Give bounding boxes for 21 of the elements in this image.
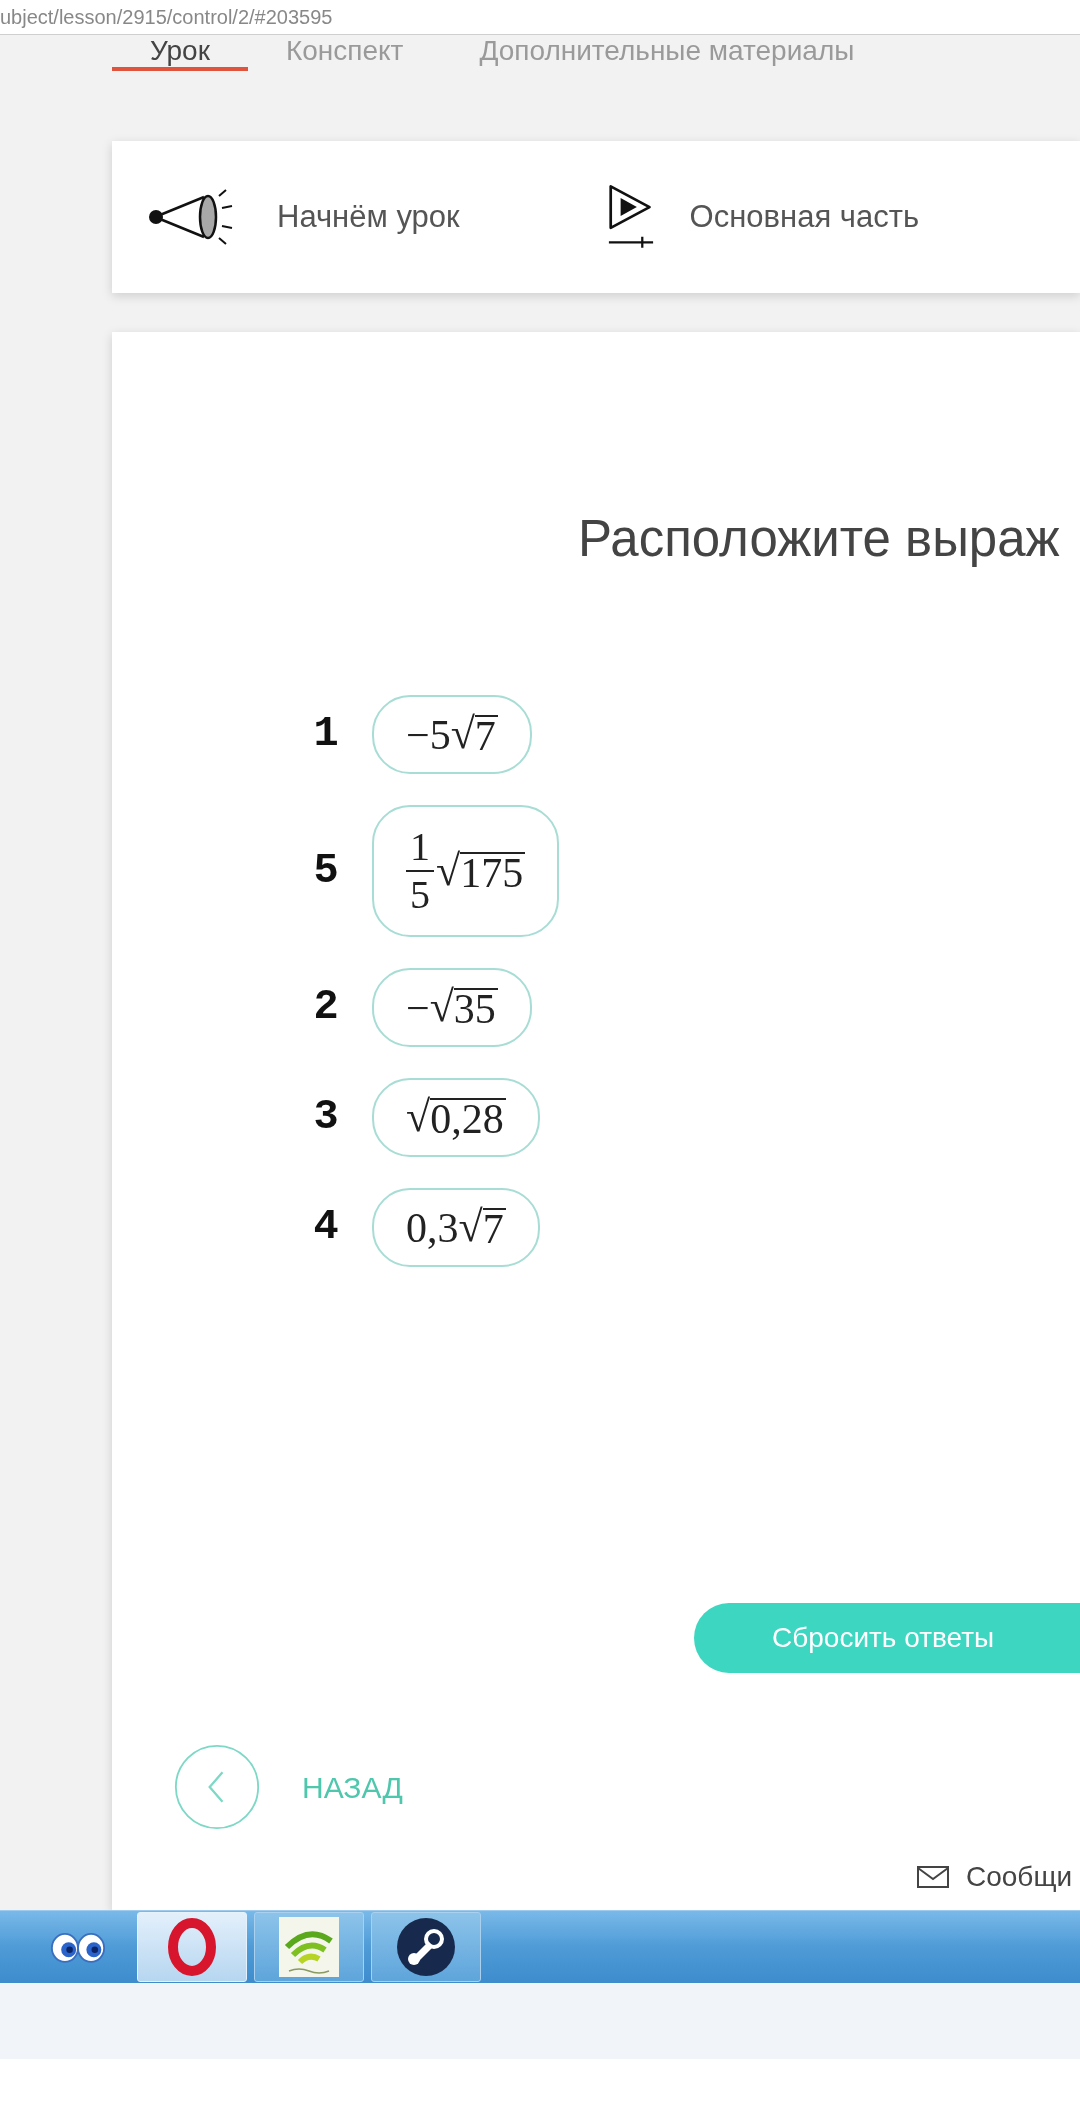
disc-lever-icon	[396, 1917, 456, 1977]
expression-tile[interactable]: −5√7	[372, 695, 532, 774]
order-number: 5	[312, 845, 340, 897]
chevron-left-circle-icon	[174, 1744, 260, 1830]
expression-tile[interactable]: √0,28	[372, 1078, 540, 1157]
task-title: Расположите выраж	[577, 509, 1061, 569]
report-link[interactable]: Сообщи	[917, 1860, 1073, 1894]
order-number: 2	[312, 982, 340, 1033]
lesson-step[interactable]: Основная часть	[607, 184, 920, 250]
order-number: 1	[312, 709, 340, 760]
expression-tile[interactable]: −√35	[372, 968, 532, 1047]
play-icon	[607, 184, 654, 250]
envelope-icon	[917, 1866, 949, 1888]
taskbar-button[interactable]	[371, 1912, 481, 1982]
lesson-step[interactable]: Начнём урок	[148, 187, 460, 247]
expression-tile[interactable]: 0,3√7	[372, 1188, 540, 1267]
order-number: 3	[312, 1092, 340, 1143]
order-number: 4	[312, 1202, 340, 1253]
signal-arcs-icon	[279, 1917, 339, 1977]
eyes-icon	[50, 1931, 106, 1963]
tab[interactable]: Урок	[112, 35, 248, 71]
